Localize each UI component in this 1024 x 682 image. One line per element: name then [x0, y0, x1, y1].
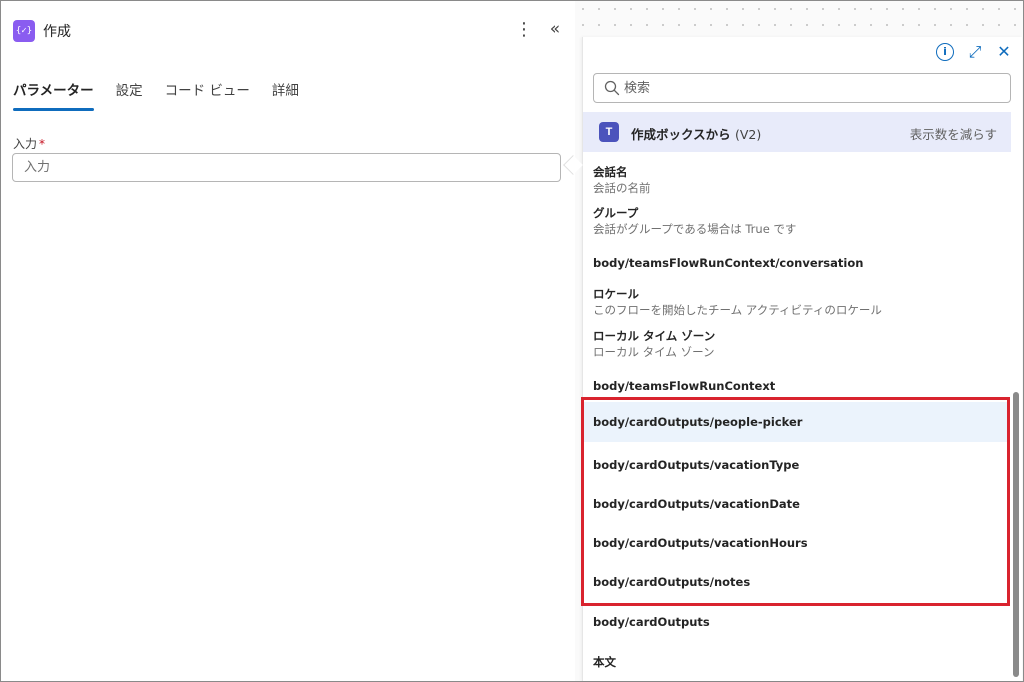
required-mark: * [39, 137, 46, 151]
tab-code-view[interactable]: コード ビュー [165, 79, 250, 113]
list-item[interactable]: body/cardOutputs [583, 614, 1011, 630]
list-item[interactable]: body/cardOutputs/people-picker [583, 402, 1011, 442]
list-scrollbar-thumb[interactable] [1013, 392, 1019, 677]
expand-icon[interactable]: ⤢ [966, 43, 984, 61]
item-title: ローカル タイム ゾーン [593, 329, 716, 343]
item-title: body/teamsFlowRunContext [593, 379, 776, 393]
item-title: body/teamsFlowRunContext/conversation [593, 256, 864, 270]
item-title: グループ [593, 206, 639, 220]
search-icon [604, 80, 620, 96]
item-title: ロケール [593, 287, 639, 301]
panel-header: {✓} 作成 ⋮ « [1, 1, 575, 59]
item-title: body/cardOutputs/vacationDate [593, 497, 800, 511]
input-field[interactable]: 入力 [12, 153, 561, 182]
list-item[interactable]: ロケール このフローを開始したチーム アクティビティのロケール [583, 286, 1011, 318]
list-item[interactable]: ローカル タイム ゾーン ローカル タイム ゾーン [583, 328, 1011, 360]
item-title: body/cardOutputs/vacationHours [593, 536, 808, 550]
list-item[interactable]: body/teamsFlowRunContext/conversation [583, 255, 1011, 271]
item-description: ローカル タイム ゾーン [593, 345, 715, 359]
item-title: body/cardOutputs/vacationType [593, 458, 800, 472]
list-item[interactable]: body/cardOutputs/vacationType [583, 457, 1011, 473]
item-title: 会話名 [593, 165, 628, 179]
source-title-text: 作成ボックスから [631, 127, 731, 142]
input-field-label: 入力 * [13, 135, 45, 152]
item-title: body/cardOutputs [593, 615, 710, 629]
list-item[interactable]: グループ 会話がグループである場合は True です [583, 205, 1011, 237]
item-title: 本文 [593, 655, 616, 669]
compose-icon: {✓} [13, 20, 35, 42]
popup-toolbar: i ⤢ ✕ [583, 37, 1023, 67]
list-item[interactable]: 本文 [583, 654, 1011, 670]
action-settings-panel: {✓} 作成 ⋮ « パラメーター 設定 コード ビュー 詳細 入力 * 入力 [1, 1, 575, 681]
teams-icon: T [599, 122, 619, 142]
show-less-link[interactable]: 表示数を減らす [910, 124, 997, 143]
panel-title: 作成 [43, 24, 71, 40]
item-title: body/cardOutputs/notes [593, 575, 751, 589]
source-title: 作成ボックスから (V2) [631, 124, 761, 143]
panel-tabs: パラメーター 設定 コード ビュー 詳細 [13, 79, 321, 113]
source-version: (V2) [735, 127, 762, 142]
tab-parameters[interactable]: パラメーター [13, 79, 94, 113]
more-vertical-icon[interactable]: ⋮ [515, 19, 533, 41]
tab-settings[interactable]: 設定 [116, 79, 143, 113]
item-description: 会話の名前 [593, 181, 651, 195]
source-group-header: T 作成ボックスから (V2) 表示数を減らす [583, 112, 1011, 152]
dynamic-content-popup: i ⤢ ✕ T 作成ボックスから (V2) 表示数を減らす 会話名 会話の名前 … [582, 37, 1022, 681]
item-description: 会話がグループである場合は True です [593, 222, 797, 236]
item-description: このフローを開始したチーム アクティビティのロケール [593, 303, 882, 317]
search-input[interactable] [624, 74, 1004, 102]
list-item[interactable]: body/cardOutputs/notes [583, 574, 1011, 590]
list-item[interactable]: 会話名 会話の名前 [583, 164, 1011, 196]
search-box [593, 73, 1011, 103]
list-item[interactable]: body/cardOutputs/vacationHours [583, 535, 1011, 551]
close-icon[interactable]: ✕ [995, 43, 1013, 61]
tab-details[interactable]: 詳細 [272, 79, 299, 113]
info-icon[interactable]: i [936, 43, 954, 61]
input-label-text: 入力 [13, 137, 38, 151]
list-item[interactable]: body/teamsFlowRunContext [583, 378, 1011, 394]
list-item[interactable]: body/cardOutputs/vacationDate [583, 496, 1011, 512]
item-title: body/cardOutputs/people-picker [593, 415, 803, 429]
double-chevron-left-icon[interactable]: « [546, 19, 564, 41]
